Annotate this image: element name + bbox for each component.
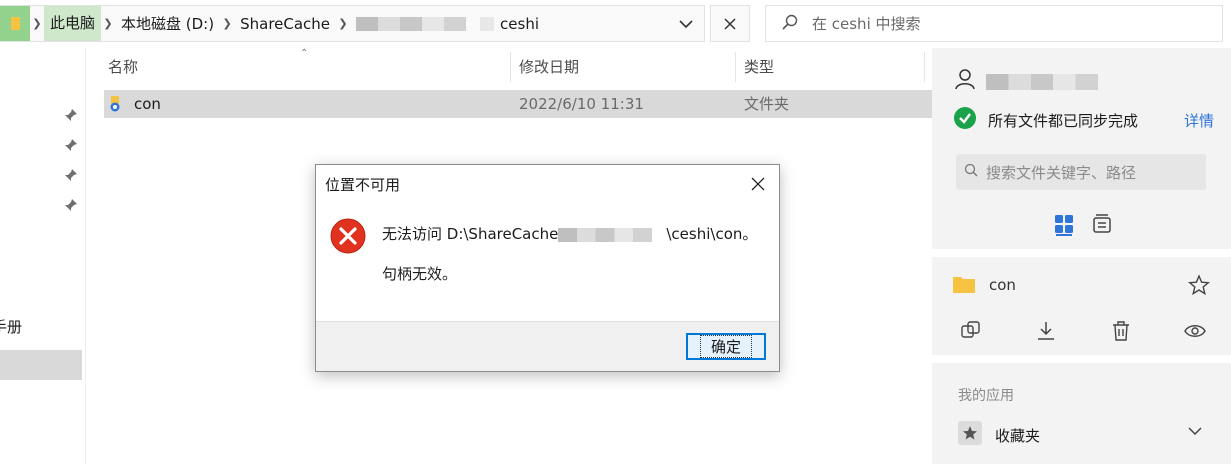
table-row[interactable]: con 2022/6/10 11:31 文件夹	[104, 90, 932, 118]
column-divider[interactable]	[924, 52, 925, 82]
favorites-item[interactable]: 收藏夹	[995, 425, 1040, 446]
sync-panel: 所有文件都已同步完成 详情 搜索文件关键字、路径 con 我的应用 收藏夹	[932, 48, 1231, 464]
error-icon	[330, 218, 366, 254]
pin-icon[interactable]	[64, 168, 78, 182]
pin-icon[interactable]	[64, 198, 78, 212]
message-prefix: 无法访问 D:\ShareCache	[382, 225, 559, 243]
breadcrumb-redacted[interactable]	[350, 15, 500, 33]
sort-ascending-icon: ⌃	[300, 48, 309, 59]
username-redacted	[986, 74, 1098, 90]
ok-button[interactable]: 确定	[686, 333, 766, 360]
sync-status-text: 所有文件都已同步完成	[988, 112, 1139, 130]
redacted-path	[558, 227, 653, 242]
breadcrumb-sharecache[interactable]: ShareCache	[234, 15, 336, 33]
close-icon[interactable]	[747, 173, 769, 195]
tab-indicator	[1056, 234, 1072, 236]
chevron-right-icon[interactable]: ❯	[30, 17, 44, 30]
file-type: 文件夹	[744, 95, 790, 113]
nav-item-selected[interactable]	[0, 350, 82, 380]
my-apps-heading: 我的应用	[958, 388, 1014, 404]
address-bar[interactable]: ❯ 此电脑 ❯ 本地磁盘 (D:) ❯ ShareCache ❯ ceshi	[0, 5, 705, 42]
chevron-right-icon[interactable]: ❯	[220, 17, 234, 30]
list-view-icon[interactable]	[1092, 214, 1112, 234]
close-icon[interactable]	[710, 5, 750, 42]
panel-divider	[932, 249, 1231, 257]
folder-icon	[952, 274, 976, 294]
search-input[interactable]: 在 ceshi 中搜索	[765, 5, 1223, 42]
copy-link-icon[interactable]	[960, 320, 982, 342]
check-circle-icon	[954, 107, 976, 129]
user-icon[interactable]	[954, 68, 976, 90]
navigation-pane: 手册	[0, 48, 86, 464]
star-icon[interactable]	[1187, 274, 1211, 296]
column-header-modified[interactable]: 修改日期	[519, 48, 579, 86]
column-divider[interactable]	[735, 52, 736, 82]
selected-item-name: con	[989, 276, 1016, 294]
folder-sync-icon	[109, 95, 125, 113]
grid-view-icon[interactable]	[1054, 214, 1074, 234]
panel-divider	[932, 355, 1231, 363]
chevron-right-icon[interactable]: ❯	[336, 17, 350, 30]
search-icon	[782, 14, 798, 34]
chevron-down-icon[interactable]	[676, 14, 696, 34]
chevron-right-icon[interactable]: ❯	[101, 17, 115, 30]
search-placeholder: 在 ceshi 中搜索	[812, 15, 921, 33]
breadcrumb: ❯ 此电脑 ❯ 本地磁盘 (D:) ❯ ShareCache ❯ ceshi	[30, 6, 545, 41]
search-icon	[964, 163, 978, 181]
pin-icon[interactable]	[64, 108, 78, 122]
breadcrumb-ceshi[interactable]: ceshi	[500, 15, 545, 33]
file-name[interactable]: con	[134, 90, 161, 118]
favorites-star-icon	[958, 421, 982, 445]
breadcrumb-this-pc[interactable]: 此电脑	[44, 6, 102, 41]
dialog-detail: 句柄无效。	[382, 265, 458, 283]
dialog-footer: 确定	[316, 321, 779, 371]
eye-icon[interactable]	[1184, 320, 1206, 342]
ok-button-label: 确定	[699, 335, 752, 358]
address-row: ❯ 此电脑 ❯ 本地磁盘 (D:) ❯ ShareCache ❯ ceshi 在…	[0, 0, 1231, 48]
chevron-down-icon[interactable]	[1188, 424, 1206, 438]
nav-item-manual[interactable]: 手册	[0, 316, 22, 337]
column-header-type[interactable]: 类型	[744, 48, 774, 86]
address-folder-icon[interactable]	[0, 6, 30, 41]
pin-icon[interactable]	[64, 138, 78, 152]
panel-search-input[interactable]: 搜索文件关键字、路径	[956, 154, 1206, 190]
column-header-name[interactable]: 名称	[108, 48, 138, 86]
error-dialog: 位置不可用 无法访问 D:\ShareCache \ceshi\con。 句柄无效…	[315, 164, 780, 372]
column-divider[interactable]	[510, 52, 511, 82]
panel-search-placeholder: 搜索文件关键字、路径	[986, 163, 1137, 182]
dialog-message: 无法访问 D:\ShareCache \ceshi\con。	[382, 223, 757, 244]
breadcrumb-drive-d[interactable]: 本地磁盘 (D:)	[115, 13, 220, 34]
file-modified: 2022/6/10 11:31	[519, 95, 644, 113]
details-link[interactable]: 详情	[1184, 110, 1214, 131]
trash-icon[interactable]	[1110, 320, 1132, 342]
message-suffix: \ceshi\con。	[666, 225, 758, 243]
download-icon[interactable]	[1035, 320, 1057, 342]
dialog-title: 位置不可用	[325, 176, 401, 194]
